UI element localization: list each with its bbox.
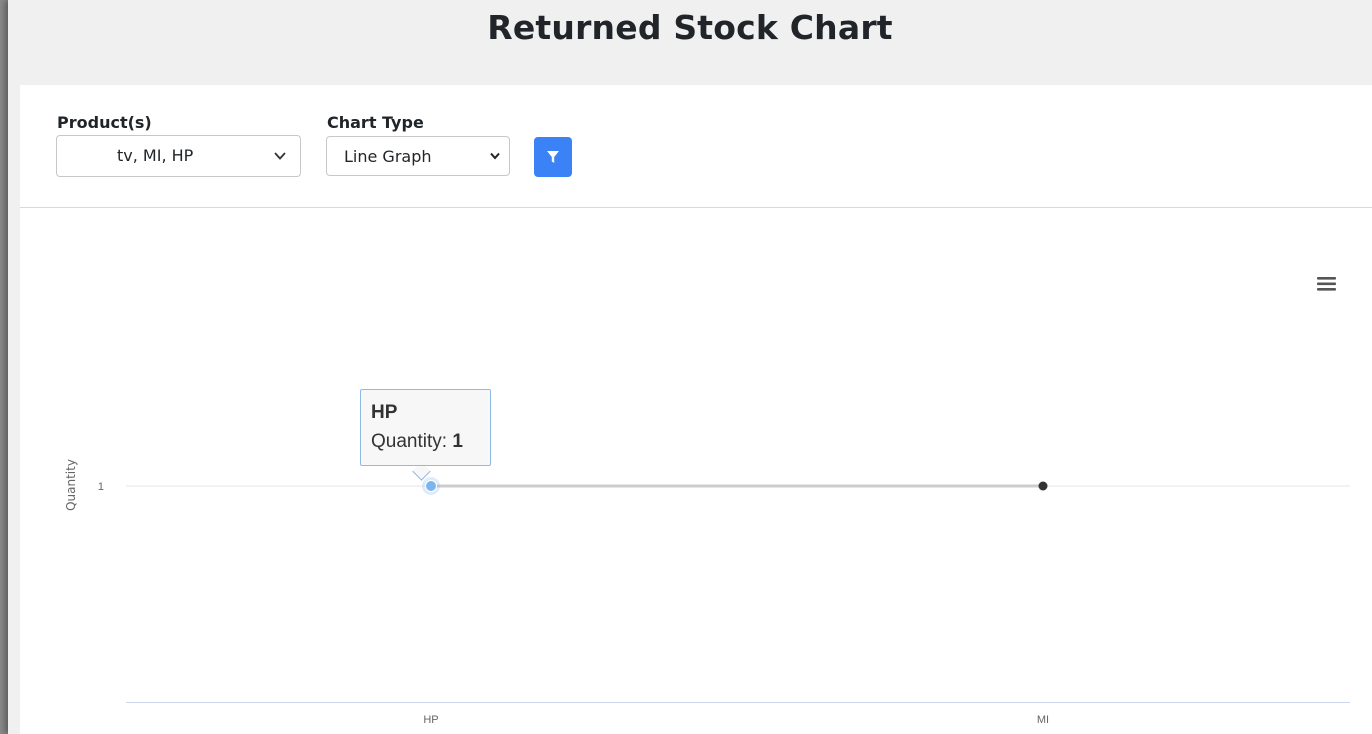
data-point-tooltip: HP Quantity: 1 — [360, 389, 491, 466]
x-tick-label: MI — [1037, 714, 1049, 726]
products-selected-value: tv, MI, HP — [117, 146, 194, 165]
apply-filter-button[interactable] — [534, 137, 572, 177]
axis-labels: 1 HP MI Quantity — [64, 459, 1049, 726]
chevron-down-icon — [274, 152, 286, 160]
products-label: Product(s) — [57, 113, 152, 132]
tooltip-title: HP — [371, 402, 398, 423]
data-point-mi[interactable] — [1038, 481, 1048, 491]
products-multiselect[interactable]: tv, MI, HP — [56, 135, 301, 177]
filter-bar: Product(s) tv, MI, HP Chart Type Line Gr… — [20, 85, 1372, 208]
tooltip-body: Quantity: 1 — [371, 431, 463, 453]
line-chart: 1 HP MI Quantity — [64, 459, 1350, 726]
tooltip-label: Quantity: — [371, 431, 453, 452]
chart-type-select[interactable]: Line Graph — [326, 136, 510, 176]
chart-type-selected-value: Line Graph — [344, 147, 432, 166]
data-point-hp[interactable] — [425, 480, 437, 492]
app-window: Returned Stock Chart Product(s) tv, MI, … — [8, 0, 1372, 734]
x-tick-label: HP — [423, 714, 438, 726]
chart-panel: Product(s) tv, MI, HP Chart Type Line Gr… — [20, 85, 1372, 734]
tooltip-value: 1 — [452, 431, 463, 452]
chart-type-label: Chart Type — [327, 113, 424, 132]
y-tick-label: 1 — [98, 481, 104, 493]
series-quantity — [422, 477, 1048, 495]
page-title: Returned Stock Chart — [487, 8, 893, 47]
y-axis-title: Quantity — [64, 459, 78, 511]
chevron-down-icon — [490, 152, 500, 160]
filter-icon — [547, 151, 559, 163]
